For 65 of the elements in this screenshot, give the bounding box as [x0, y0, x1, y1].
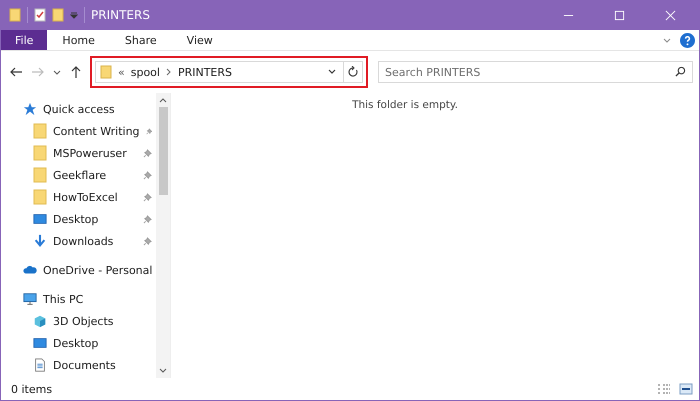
folder-icon	[100, 65, 112, 79]
item-label: OneDrive - Personal	[43, 264, 152, 276]
up-icon[interactable]	[69, 65, 83, 79]
properties-icon[interactable]	[34, 8, 46, 22]
folder-icon	[9, 8, 21, 22]
item-label: MSPoweruser	[53, 146, 128, 160]
navigation-item[interactable]: HowToExcel	[1, 186, 156, 208]
scroll-down-icon[interactable]	[159, 368, 167, 374]
large-icons-view-icon[interactable]	[679, 383, 693, 395]
details-view-icon[interactable]	[657, 383, 671, 395]
desktop-icon	[33, 335, 47, 351]
navigation-item[interactable]: Downloads	[1, 230, 156, 252]
navigation-item[interactable]: Quick access	[1, 98, 156, 120]
item-label: Documents	[53, 358, 117, 372]
item-count: 0 items	[11, 382, 52, 396]
help-icon[interactable]	[680, 32, 695, 48]
item-label: HowToExcel	[53, 190, 119, 204]
folder-icon	[33, 145, 47, 161]
ribbon-tab[interactable]: Share	[110, 30, 172, 50]
star-icon	[23, 101, 37, 117]
maximize-icon[interactable]	[614, 10, 625, 20]
document-icon	[33, 357, 47, 373]
item-label: Desktop	[53, 212, 100, 226]
folder-icon	[33, 189, 47, 205]
ribbon-tab[interactable]: Home	[47, 30, 110, 50]
search-icon	[675, 66, 686, 77]
item-label: This PC	[43, 292, 84, 306]
desktop-icon	[33, 211, 47, 227]
close-icon[interactable]	[665, 10, 676, 20]
item-label: 3D Objects	[53, 314, 115, 328]
window-title: PRINTERS	[91, 8, 150, 22]
navigation-item[interactable]: Documents	[1, 354, 156, 376]
navigation-item[interactable]: Content Writing	[1, 120, 156, 142]
item-label: Desktop	[53, 336, 100, 350]
navigation-item[interactable]: 3D Objects	[1, 310, 156, 332]
scroll-thumb[interactable]	[158, 107, 168, 195]
navigation-item[interactable]: Geekflare	[1, 164, 156, 186]
folder-icon	[33, 123, 47, 139]
navigation-item[interactable]: OneDrive - Personal	[1, 259, 156, 281]
folder-icon	[33, 167, 47, 183]
download-icon	[33, 233, 47, 249]
item-label: Quick access	[43, 102, 116, 116]
ribbon-tab[interactable]: View	[172, 30, 228, 50]
new-folder-icon[interactable]	[52, 8, 64, 22]
item-label: Geekflare	[53, 168, 108, 182]
ribbon-tab[interactable]: File	[1, 30, 48, 50]
back-icon[interactable]	[9, 65, 23, 79]
scroll-up-icon[interactable]	[159, 97, 167, 103]
navigation-item[interactable]: Desktop	[1, 208, 156, 230]
navigation-item[interactable]: This PC	[1, 288, 156, 310]
empty-folder-message: This folder is empty.	[352, 99, 458, 113]
recent-locations-icon[interactable]	[53, 68, 61, 76]
navigation-item[interactable]: Desktop	[1, 332, 156, 354]
breadcrumb[interactable]: spool	[130, 66, 160, 78]
monitor-icon	[23, 291, 37, 307]
chevron-icon[interactable]	[166, 68, 172, 76]
overflow-chevron[interactable]: «	[118, 66, 125, 78]
breadcrumb[interactable]: PRINTERS	[178, 66, 232, 78]
search-field[interactable]: Search PRINTERS	[378, 61, 693, 83]
address-bar[interactable]: « spool PRINTERS	[95, 61, 363, 83]
cube-icon	[33, 313, 47, 329]
item-label: Content Writing	[53, 124, 140, 138]
item-label: Downloads	[53, 234, 114, 248]
scrollbar[interactable]	[156, 93, 170, 378]
navigation-item[interactable]: MSPoweruser	[1, 142, 156, 164]
